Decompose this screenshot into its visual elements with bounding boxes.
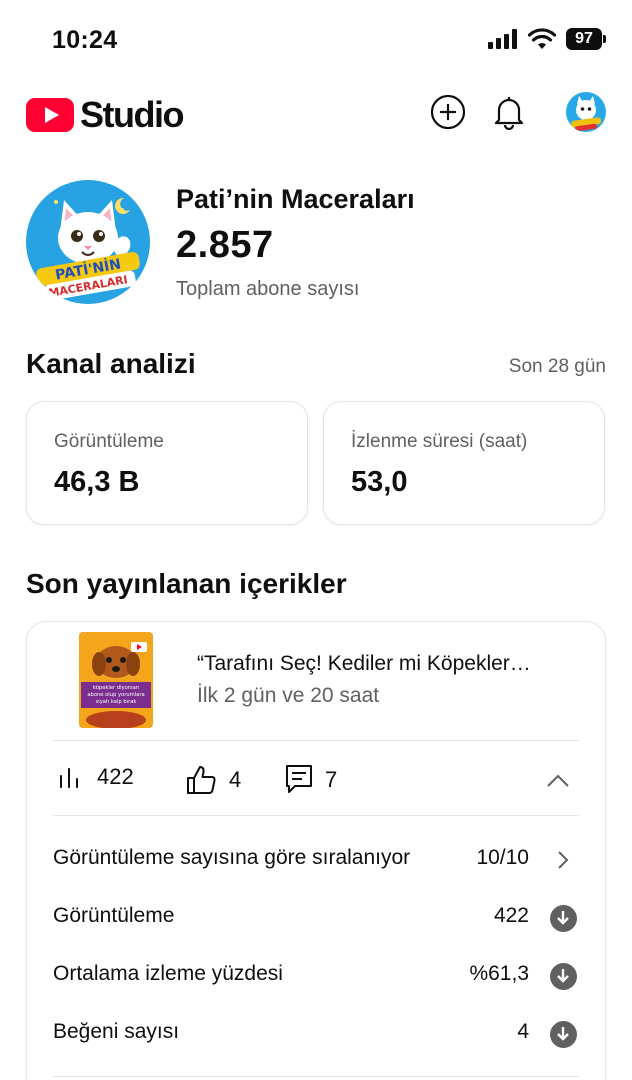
status-icons: 97 bbox=[488, 28, 606, 50]
channel-name: Pati’nin Maceraları bbox=[176, 184, 415, 214]
signal-icon bbox=[488, 29, 517, 49]
metric-card-views[interactable]: Görüntüleme 46,3 B bbox=[26, 401, 308, 525]
account-avatar-button[interactable] bbox=[566, 92, 606, 132]
metric-value: 53,0 bbox=[351, 466, 408, 498]
analytics-title: Kanal analizi bbox=[26, 348, 196, 379]
chevron-up-icon bbox=[547, 774, 569, 787]
subscriber-label: Toplam abone sayısı bbox=[176, 278, 360, 300]
row-value: 422 bbox=[493, 904, 529, 927]
row-label: Görüntüleme sayısına göre sıralanıyor bbox=[53, 846, 411, 869]
row-value: %61,3 bbox=[469, 962, 529, 985]
bell-icon bbox=[494, 97, 524, 130]
divider bbox=[53, 815, 579, 816]
video-period: İlk 2 gün ve 20 saat bbox=[197, 684, 380, 707]
views-count: 422 bbox=[97, 764, 134, 789]
cat-avatar-icon bbox=[566, 92, 606, 132]
video-thumbnail[interactable]: köpekler diyorsan abone olup yorumlara s… bbox=[79, 632, 153, 728]
wifi-icon bbox=[528, 28, 556, 49]
row-icon bbox=[549, 846, 577, 874]
video-title[interactable]: “Tarafını Seç! Kediler mi Köpekler… bbox=[197, 652, 577, 676]
studio-logo[interactable]: Studio bbox=[26, 94, 184, 136]
divider bbox=[53, 1076, 579, 1077]
channel-logo-icon: PATİ'NİN MACERALARI bbox=[26, 180, 150, 304]
metric-card-watch-time[interactable]: İzlenme süresi (saat) 53,0 bbox=[323, 401, 605, 525]
svg-text:köpekler diyorsan: köpekler diyorsan bbox=[93, 685, 139, 691]
status-bar: 10:24 97 bbox=[0, 0, 632, 80]
youtube-logo-icon bbox=[26, 98, 74, 132]
thumbs-up-icon bbox=[187, 766, 216, 794]
subscriber-count: 2.857 bbox=[176, 224, 274, 266]
collapse-button[interactable] bbox=[543, 766, 573, 796]
recent-video-card: köpekler diyorsan abone olup yorumlara s… bbox=[26, 621, 606, 1080]
down-arrow-circle-icon bbox=[549, 962, 577, 990]
row-icon bbox=[549, 1020, 577, 1048]
row-icon bbox=[549, 904, 577, 932]
row-value: 10/10 bbox=[476, 846, 529, 869]
svg-text:siyah kalp bırak: siyah kalp bırak bbox=[96, 699, 137, 705]
likes-row[interactable]: Beğeni sayısı 4 bbox=[53, 1014, 579, 1054]
studio-dashboard: 10:24 97 Studio PATİ'NİN MACERALARI Pati… bbox=[0, 0, 632, 1080]
row-label: Görüntüleme bbox=[53, 904, 175, 927]
down-arrow-circle-icon bbox=[549, 904, 577, 932]
metric-value: 46,3 B bbox=[54, 466, 140, 498]
analytics-period: Son 28 gün bbox=[508, 356, 606, 377]
channel-avatar[interactable]: PATİ'NİN MACERALARI bbox=[26, 180, 150, 304]
likes-stat: 4 bbox=[185, 764, 241, 796]
recent-content-title: Son yayınlanan içerikler bbox=[26, 568, 347, 599]
views-stat: 422 bbox=[59, 764, 134, 790]
create-button[interactable] bbox=[428, 92, 468, 132]
comment-icon bbox=[286, 765, 312, 793]
dog-thumbnail-icon: köpekler diyorsan abone olup yorumlara s… bbox=[79, 632, 153, 728]
metric-label: İzlenme süresi (saat) bbox=[351, 431, 528, 452]
likes-count: 4 bbox=[229, 767, 242, 792]
down-arrow-circle-icon bbox=[549, 1020, 577, 1048]
row-label: Ortalama izleme yüzdesi bbox=[53, 962, 283, 985]
row-icon bbox=[549, 962, 577, 990]
views-row[interactable]: Görüntüleme 422 bbox=[53, 898, 579, 938]
sort-row[interactable]: Görüntüleme sayısına göre sıralanıyor 10… bbox=[53, 840, 579, 880]
metric-label: Görüntüleme bbox=[54, 431, 164, 452]
plus-circle-icon bbox=[430, 94, 466, 130]
divider bbox=[53, 740, 579, 741]
notifications-button[interactable] bbox=[489, 92, 529, 132]
avg-watch-row[interactable]: Ortalama izleme yüzdesi %61,3 bbox=[53, 956, 579, 996]
battery-indicator: 97 bbox=[566, 28, 606, 50]
svg-text:abone olup yorumlara: abone olup yorumlara bbox=[87, 692, 144, 698]
logo-text: Studio bbox=[80, 94, 184, 135]
chevron-right-icon bbox=[558, 851, 569, 869]
comments-count: 7 bbox=[325, 767, 338, 792]
status-time: 10:24 bbox=[52, 26, 118, 54]
comments-stat: 7 bbox=[285, 764, 337, 796]
app-header: Studio bbox=[0, 88, 632, 136]
row-label: Beğeni sayısı bbox=[53, 1020, 180, 1043]
channel-summary: PATİ'NİN MACERALARI Pati’nin Maceraları … bbox=[26, 178, 606, 308]
row-value: 4 bbox=[517, 1020, 529, 1043]
bar-chart-icon bbox=[60, 768, 78, 788]
